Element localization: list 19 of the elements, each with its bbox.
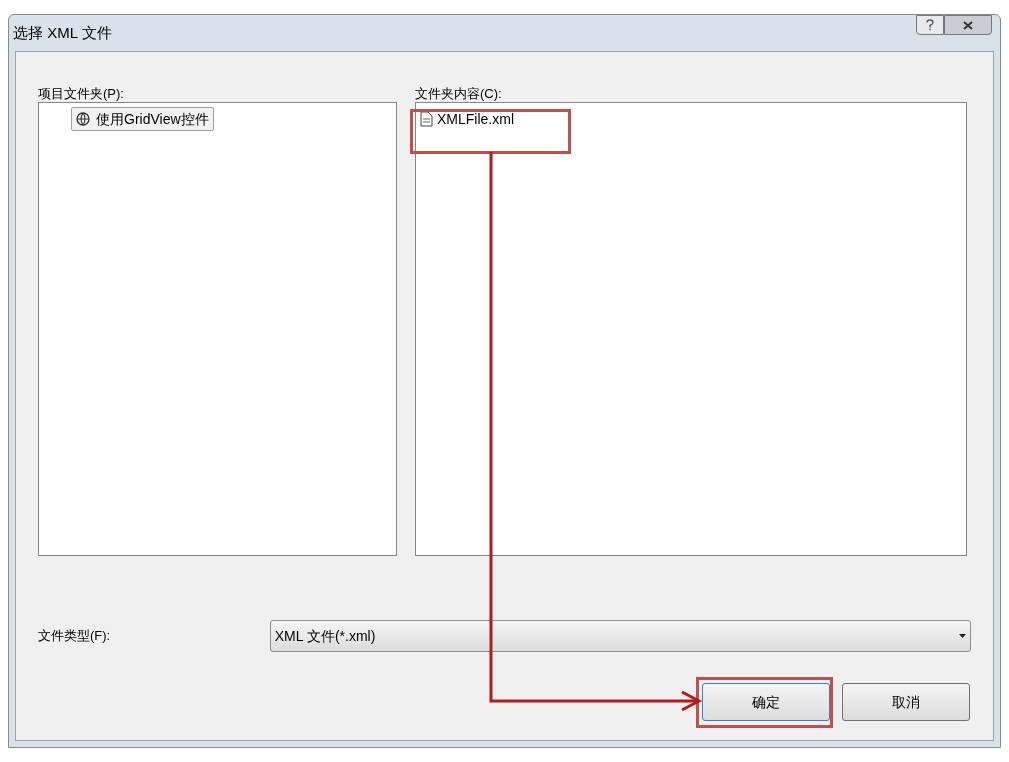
file-item[interactable]: XMLFile.xml <box>418 107 516 131</box>
folder-tree[interactable]: 使用GridView控件 <box>38 102 397 556</box>
dropdown-arrow-icon <box>959 634 966 638</box>
close-icon <box>963 20 973 30</box>
folder-label: 项目文件夹(P): <box>38 85 125 102</box>
help-icon <box>926 19 934 31</box>
file-type-dropdown[interactable]: XML 文件(*.xml) <box>269 620 971 652</box>
window-title: 选择 XML 文件 <box>13 22 112 43</box>
dropdown-value: XML 文件(*.xml) <box>274 626 376 646</box>
contents-label: 文件夹内容(C): <box>415 85 503 102</box>
close-button[interactable] <box>944 15 992 35</box>
globe-icon <box>76 112 90 126</box>
ok-button[interactable]: 确定 <box>702 683 830 721</box>
file-type-label: 文件类型(F): <box>38 627 112 646</box>
tree-item[interactable]: 使用GridView控件 <box>71 107 214 131</box>
file-icon <box>420 111 433 127</box>
help-button[interactable] <box>916 15 944 35</box>
file-list[interactable]: XMLFile.xml <box>415 102 967 556</box>
cancel-button[interactable]: 取消 <box>842 683 970 721</box>
